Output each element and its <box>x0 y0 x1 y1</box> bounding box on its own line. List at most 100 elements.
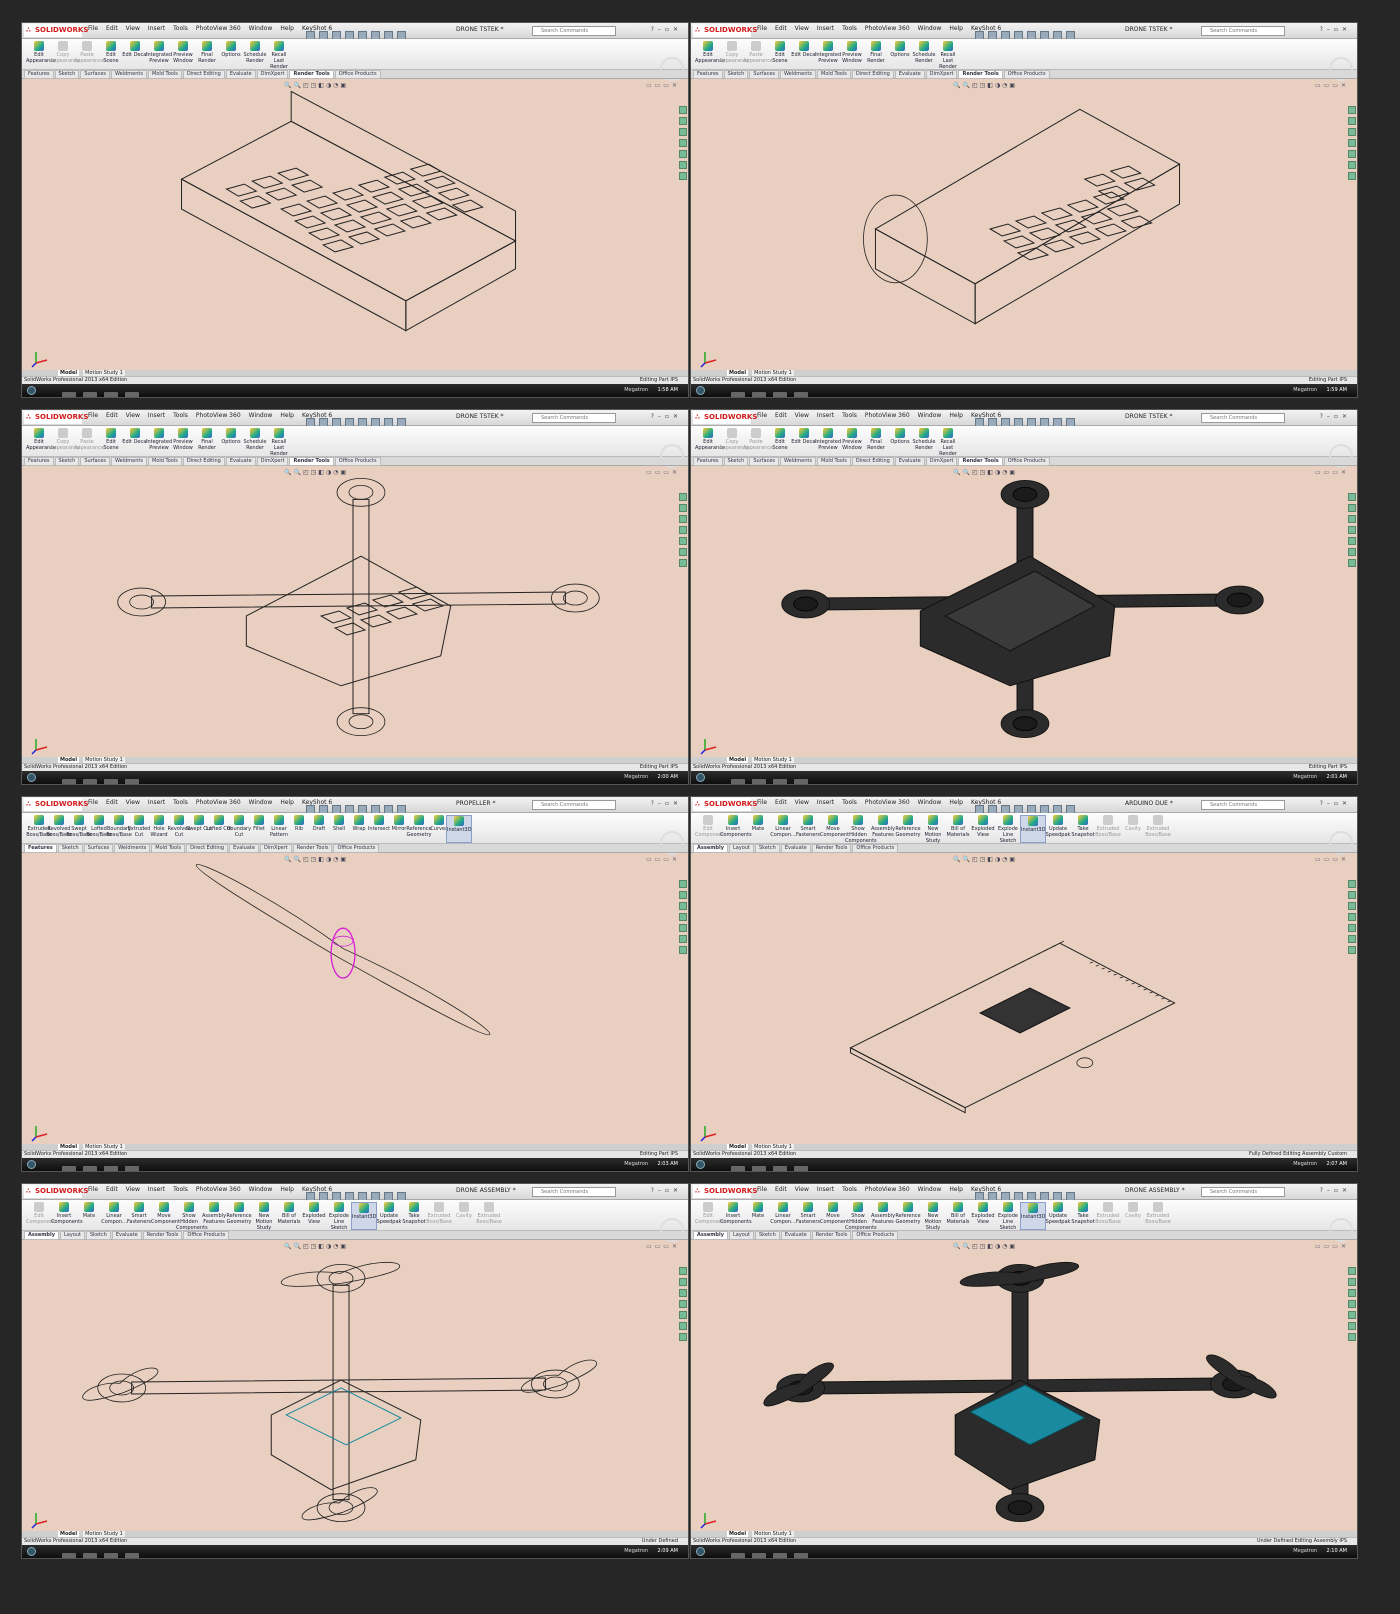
ribbon-button[interactable]: Linear Compon... <box>770 815 796 838</box>
ribbon-button[interactable]: Edit Scene <box>767 41 793 64</box>
menu-item[interactable]: Edit <box>775 799 787 806</box>
ribbon-button[interactable]: Show Hidden Components <box>845 815 877 844</box>
command-tab[interactable]: Weldments <box>780 70 816 79</box>
menu-item[interactable]: Tools <box>842 412 857 419</box>
ribbon-button[interactable]: Cavity <box>451 1202 477 1219</box>
graphics-area[interactable] <box>22 1240 688 1528</box>
ribbon-button[interactable]: Bill of Materials <box>276 1202 302 1225</box>
ribbon-button[interactable]: Final Render <box>863 428 889 451</box>
ribbon-button[interactable]: Instant3D <box>351 1202 377 1230</box>
command-tab[interactable]: Render Tools <box>958 70 1003 79</box>
menu-item[interactable]: File <box>757 25 767 32</box>
ribbon-button[interactable]: Extruded Boss/Base <box>426 1202 452 1225</box>
command-tab[interactable]: Assembly <box>24 1231 59 1240</box>
menu-item[interactable]: PhotoView 360 <box>865 799 910 806</box>
menu-item[interactable]: Help <box>280 799 294 806</box>
ribbon-button[interactable]: Smart Fasteners <box>795 815 821 838</box>
ribbon-button[interactable]: Instant3D <box>446 815 472 843</box>
ribbon-button[interactable]: Copy Appearance <box>719 428 749 451</box>
menu-item[interactable]: Window <box>249 1186 273 1193</box>
solidworks-logo[interactable]: SOLIDWORKS <box>24 24 88 37</box>
menu-item[interactable]: Insert <box>148 412 165 419</box>
command-tab[interactable]: DimXpert <box>259 844 292 853</box>
ribbon-button[interactable]: Bill of Materials <box>945 1202 971 1225</box>
solidworks-logo[interactable]: SOLIDWORKS <box>24 1185 88 1198</box>
ribbon-button[interactable]: Extruded Boss/Base <box>476 1202 502 1225</box>
window-controls[interactable]: ?–▫✕ <box>1320 26 1351 33</box>
window-controls[interactable]: ?–▫✕ <box>1320 1187 1351 1194</box>
command-tab[interactable]: Evaluate <box>780 844 811 853</box>
menu-item[interactable]: Edit <box>775 25 787 32</box>
ribbon-button[interactable]: Paste Appearance <box>74 41 104 64</box>
command-tab[interactable]: Render Tools <box>958 457 1003 466</box>
command-tab[interactable]: Office Products <box>1003 457 1050 466</box>
solidworks-logo[interactable]: SOLIDWORKS <box>693 798 757 811</box>
ribbon-button[interactable]: Exploded View <box>301 1202 327 1225</box>
graphics-area[interactable] <box>691 466 1357 754</box>
ribbon-button[interactable]: Edit Decal <box>122 428 148 445</box>
ribbon-button[interactable]: Schedule Render <box>911 41 937 64</box>
window-controls[interactable]: ?–▫✕ <box>651 800 682 807</box>
menu-item[interactable]: View <box>126 799 140 806</box>
command-tab[interactable]: Direct Editing <box>851 457 894 466</box>
ribbon-button[interactable]: Paste Appearance <box>743 41 773 64</box>
command-tab[interactable]: DimXpert <box>256 457 289 466</box>
solidworks-logo[interactable]: SOLIDWORKS <box>24 798 88 811</box>
ribbon-button[interactable]: Edit Decal <box>791 41 817 58</box>
command-tab[interactable]: Weldments <box>111 457 147 466</box>
ribbon-button[interactable]: Edit Component <box>695 815 724 838</box>
ribbon-button[interactable]: Paste Appearance <box>743 428 773 451</box>
ribbon-button[interactable]: Explode Line Sketch <box>995 1202 1021 1231</box>
ribbon-button[interactable]: Final Render <box>194 41 220 64</box>
ribbon-button[interactable]: Integrated Preview <box>146 41 172 64</box>
ribbon-button[interactable]: Integrated Preview <box>815 428 841 451</box>
solidworks-logo[interactable]: SOLIDWORKS <box>24 411 88 424</box>
ribbon-button[interactable]: New Motion Study <box>920 815 946 844</box>
menu-item[interactable]: Tools <box>173 25 188 32</box>
command-tab[interactable]: Weldments <box>114 844 151 853</box>
ribbon-button[interactable]: Show Hidden Components <box>845 1202 877 1231</box>
ribbon-button[interactable]: Insert Components <box>51 1202 83 1225</box>
menu-item[interactable]: View <box>126 1186 140 1193</box>
ribbon-button[interactable]: Preview Window <box>170 428 196 451</box>
ribbon-button[interactable]: Assembly Features <box>870 815 896 838</box>
command-tab[interactable]: Office Products <box>852 1231 899 1240</box>
ribbon-button[interactable]: Copy Appearance <box>50 41 80 64</box>
ribbon-button[interactable]: Copy Appearance <box>719 41 749 64</box>
ribbon-button[interactable]: Assembly Features <box>201 1202 227 1225</box>
menu-item[interactable]: PhotoView 360 <box>865 1186 910 1193</box>
command-tab[interactable]: Render Tools <box>142 1231 183 1240</box>
command-tab[interactable]: Mold Tools <box>817 70 851 79</box>
quick-access-toolbar[interactable] <box>306 25 466 40</box>
quick-access-toolbar[interactable] <box>306 799 466 814</box>
ribbon-button[interactable]: Schedule Render <box>242 41 268 64</box>
quick-access-toolbar[interactable] <box>975 412 1135 427</box>
menu-item[interactable]: Insert <box>148 799 165 806</box>
ribbon-button[interactable]: Edit Scene <box>98 428 124 451</box>
menu-item[interactable]: File <box>88 25 98 32</box>
ribbon-button[interactable]: Instant3D <box>1020 815 1046 843</box>
ribbon-button[interactable]: Preview Window <box>170 41 196 64</box>
command-tab[interactable]: Mold Tools <box>151 844 186 853</box>
search-commands-input[interactable]: Search Commands <box>532 26 616 36</box>
menu-item[interactable]: Help <box>280 412 294 419</box>
ribbon-button[interactable]: Final Render <box>194 428 220 451</box>
command-tab[interactable]: Surfaces <box>83 844 114 853</box>
command-tab[interactable]: Direct Editing <box>182 457 225 466</box>
ribbon-button[interactable]: Edit Scene <box>767 428 793 451</box>
menu-item[interactable]: Insert <box>817 412 834 419</box>
command-tab[interactable]: DimXpert <box>925 457 958 466</box>
ribbon-button[interactable]: Integrated Preview <box>815 41 841 64</box>
menu-item[interactable]: View <box>795 25 809 32</box>
ribbon-button[interactable]: Integrated Preview <box>146 428 172 451</box>
ribbon-button[interactable]: Preview Window <box>839 41 865 64</box>
menu-item[interactable]: Help <box>280 1186 294 1193</box>
ribbon-button[interactable]: Edit Appearance <box>26 428 56 451</box>
command-tab[interactable]: Sketch <box>754 844 780 853</box>
command-tab[interactable]: Office Products <box>334 70 381 79</box>
menu-item[interactable]: Help <box>949 25 963 32</box>
command-tab[interactable]: Evaluate <box>225 70 256 79</box>
menu-item[interactable]: Tools <box>173 412 188 419</box>
graphics-area[interactable] <box>22 466 688 754</box>
ribbon-button[interactable]: Reference Geometry <box>895 815 921 838</box>
